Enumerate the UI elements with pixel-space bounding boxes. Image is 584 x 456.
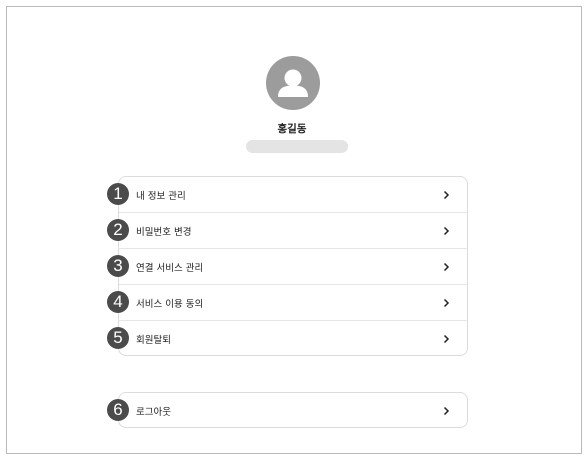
chevron-right-icon bbox=[443, 190, 450, 199]
annotation-badge-6: 6 bbox=[107, 399, 129, 421]
chevron-right-icon bbox=[443, 226, 450, 235]
menu-item-change-password[interactable]: 비밀번호 변경 bbox=[119, 213, 467, 249]
chevron-right-icon bbox=[443, 334, 450, 344]
menu-item-my-info[interactable]: 내 정보 관리 bbox=[119, 177, 467, 213]
annotation-badge-1: 1 bbox=[107, 183, 129, 205]
menu-item-label: 비밀번호 변경 bbox=[136, 226, 192, 238]
annotation-badge-4: 4 bbox=[107, 291, 129, 313]
menu-item-label: 연결 서비스 관리 bbox=[136, 262, 204, 274]
account-menu: 내 정보 관리 비밀번호 변경 연결 서비스 관리 서비스 이용 동의 회원탈퇴 bbox=[118, 176, 468, 356]
chevron-right-icon bbox=[443, 298, 450, 307]
annotation-badge-5: 5 bbox=[107, 327, 129, 349]
menu-item-label: 서비스 이용 동의 bbox=[136, 298, 204, 310]
menu-item-connected-services[interactable]: 연결 서비스 관리 bbox=[119, 249, 467, 285]
user-silhouette-icon bbox=[278, 69, 308, 97]
annotation-badge-3: 3 bbox=[107, 255, 129, 277]
logout-card: 로그아웃 bbox=[118, 392, 468, 428]
chevron-right-icon bbox=[443, 406, 450, 416]
profile-name: 홍길동 bbox=[277, 123, 307, 135]
menu-item-withdraw[interactable]: 회원탈퇴 bbox=[119, 321, 467, 355]
logout-button[interactable]: 로그아웃 bbox=[119, 393, 467, 427]
chevron-right-icon bbox=[443, 262, 450, 271]
menu-item-label: 회원탈퇴 bbox=[136, 335, 171, 346]
annotation-badge-2: 2 bbox=[107, 219, 129, 241]
menu-item-label: 내 정보 관리 bbox=[136, 190, 186, 202]
menu-item-service-consent[interactable]: 서비스 이용 동의 bbox=[119, 285, 467, 321]
email-placeholder-bar bbox=[246, 140, 348, 153]
logout-label: 로그아웃 bbox=[136, 407, 171, 418]
profile-avatar bbox=[266, 56, 320, 110]
